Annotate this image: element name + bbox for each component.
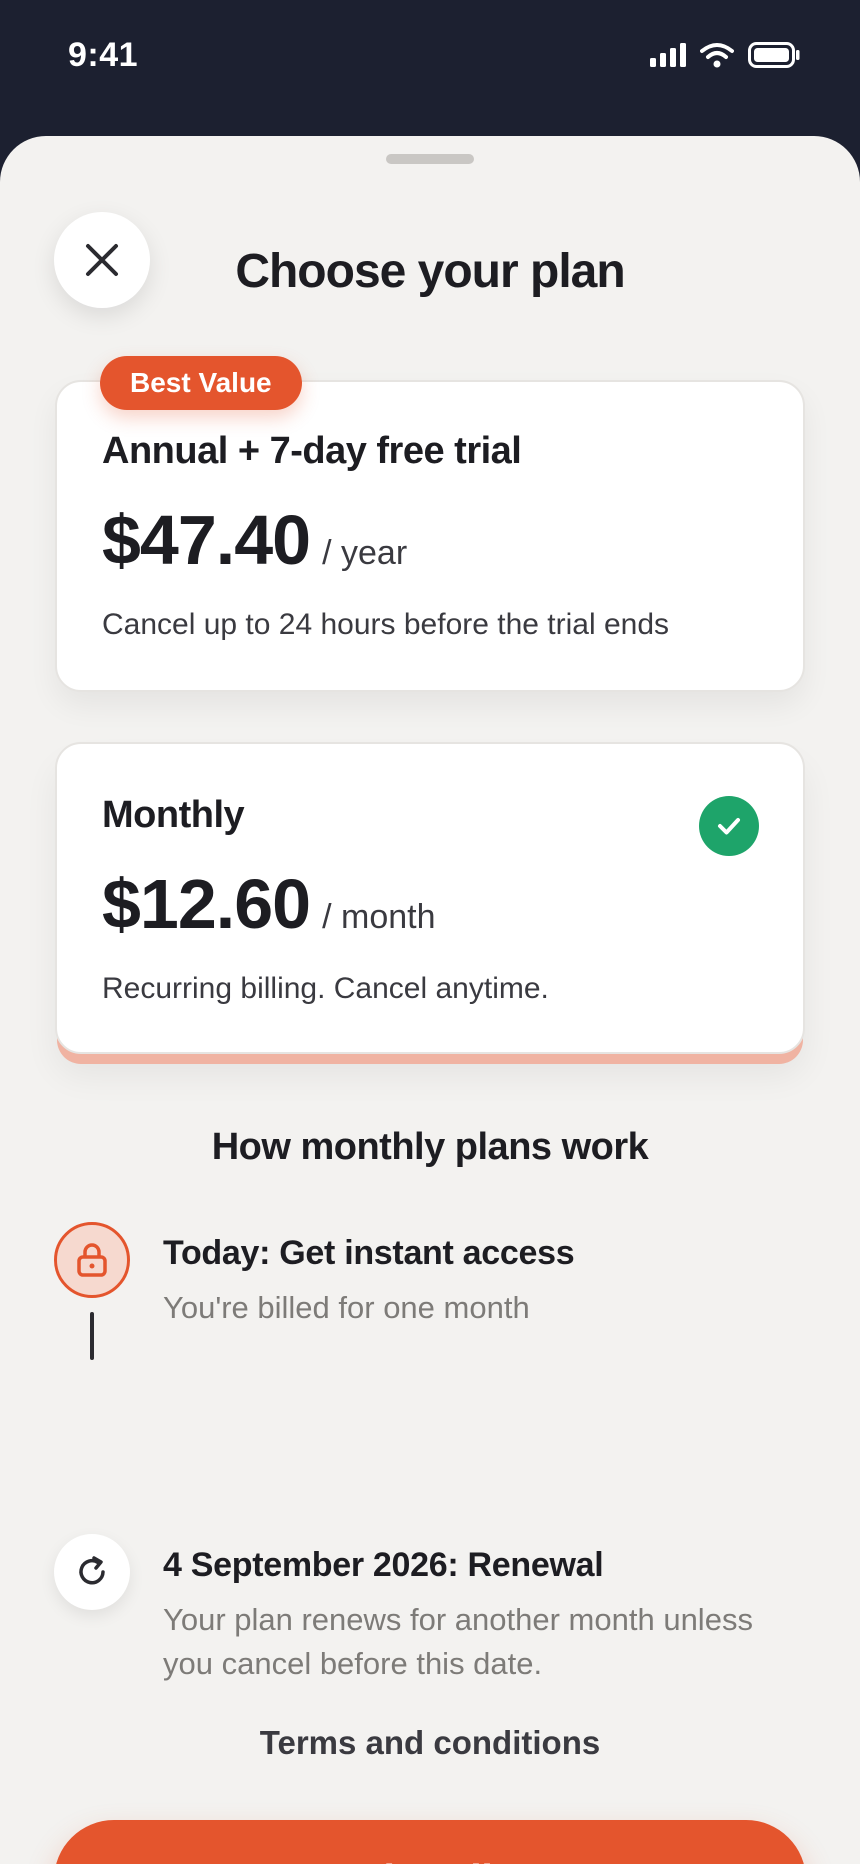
battery-icon <box>748 42 800 68</box>
status-bar: 9:41 <box>0 0 860 120</box>
refresh-icon <box>54 1534 130 1610</box>
plan-period: / month <box>322 898 436 936</box>
plan-sheet: Choose your plan Best Value Annual + 7-d… <box>0 136 860 1864</box>
status-time: 9:41 <box>68 36 139 74</box>
plan-period: / year <box>322 534 408 572</box>
status-icons <box>650 42 800 68</box>
terms-link[interactable]: Terms and conditions <box>0 1724 860 1762</box>
price-row: $12.60 / month <box>102 864 436 944</box>
plan-description: Recurring billing. Cancel anytime. <box>102 972 549 1005</box>
plan-card-annual[interactable]: Annual + 7-day free trial $47.40 / year … <box>55 380 805 692</box>
plan-price: $47.40 <box>102 501 311 579</box>
plan-card-monthly[interactable]: Monthly $12.60 / month Recurring billing… <box>55 742 805 1054</box>
step-description: You're billed for one month <box>163 1290 530 1325</box>
price-row: $47.40 / year <box>102 500 407 580</box>
wifi-icon <box>700 43 734 68</box>
plan-name: Monthly <box>102 794 245 836</box>
plan-name: Annual + 7-day free trial <box>102 430 522 472</box>
plan-price: $12.60 <box>102 865 311 943</box>
lock-icon <box>54 1222 130 1298</box>
step-title: Today: Get instant access <box>163 1234 575 1272</box>
signal-icon <box>650 43 686 67</box>
timeline-connector <box>90 1312 94 1360</box>
step-title: 4 September 2026: Renewal <box>163 1546 604 1584</box>
plan-description: Cancel up to 24 hours before the trial e… <box>102 608 670 641</box>
subscribe-button[interactable]: Subscribe <box>54 1820 806 1864</box>
page-title: Choose your plan <box>235 245 625 298</box>
best-value-badge: Best Value <box>100 356 302 410</box>
sheet-grabber[interactable] <box>386 154 474 164</box>
step-description: Your plan renews for another month unles… <box>163 1602 753 1681</box>
selected-check-icon <box>699 796 759 856</box>
how-it-works-title: How monthly plans work <box>211 1126 649 1168</box>
